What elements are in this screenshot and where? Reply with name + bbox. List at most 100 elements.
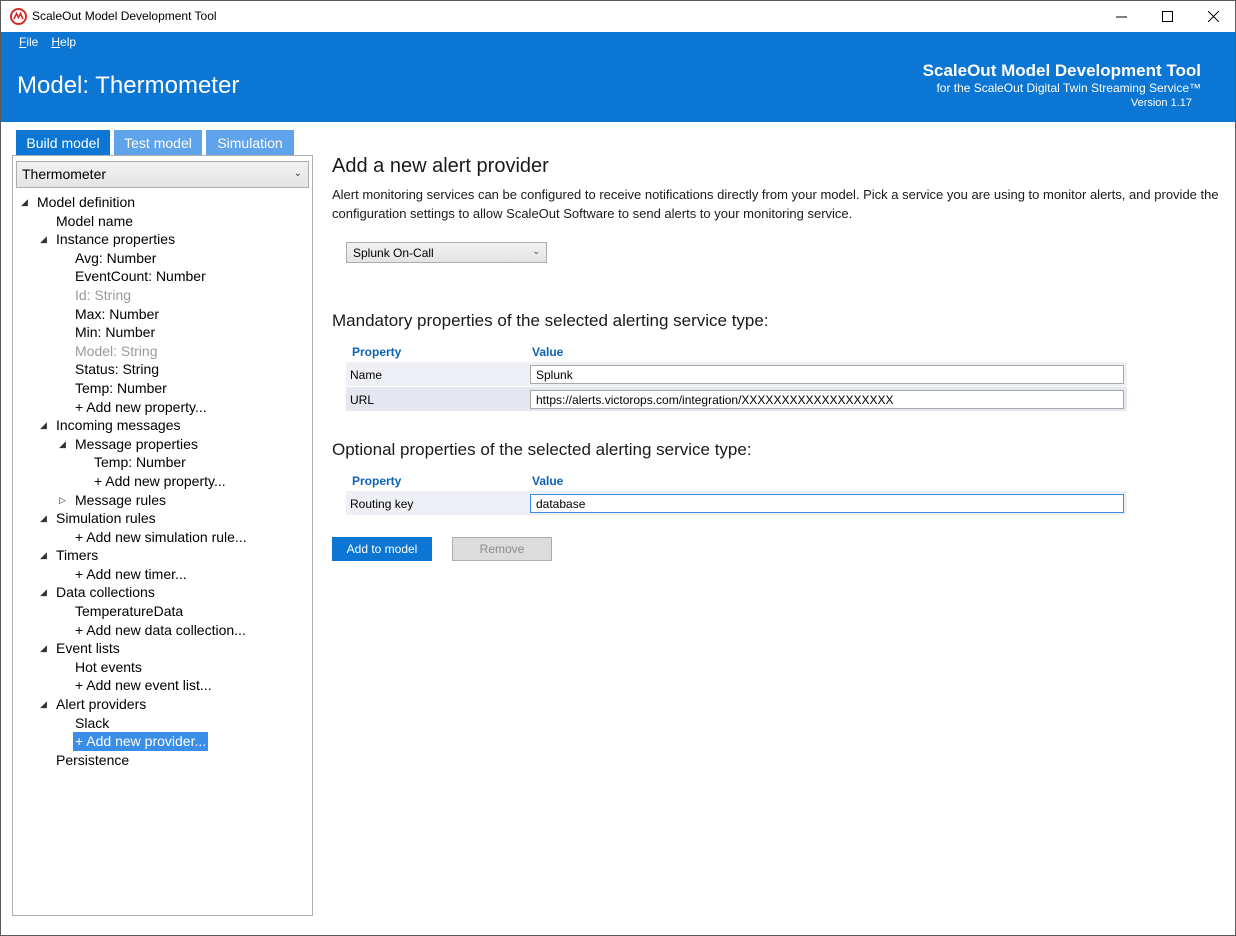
- tree-item[interactable]: ◢ Incoming messages: [13, 416, 312, 435]
- window-title: ScaleOut Model Development Tool: [32, 9, 217, 23]
- table-header: Property Value: [346, 341, 1127, 362]
- add-to-model-button[interactable]: Add to model: [332, 537, 432, 561]
- provider-type-select[interactable]: Splunk On-Call ⌄: [346, 242, 547, 263]
- tree-item[interactable]: ◢ Instance properties: [13, 230, 312, 249]
- table-row: Name: [346, 362, 1127, 387]
- model-select[interactable]: Thermometer ⌄: [16, 161, 309, 188]
- expanded-arrow-icon[interactable]: ◢: [40, 639, 50, 658]
- tree-item[interactable]: TemperatureData: [13, 602, 312, 621]
- close-button[interactable]: [1190, 1, 1236, 31]
- tree-item[interactable]: ◢ Timers: [13, 546, 312, 565]
- menu-help[interactable]: Help: [51, 35, 76, 49]
- section-title: Add a new alert provider: [332, 155, 549, 177]
- tab-build-model[interactable]: Build model: [16, 130, 110, 156]
- page-title: Model: Thermometer: [17, 72, 240, 99]
- property-label-routing-key: Routing key: [346, 491, 527, 515]
- provider-type-value: Splunk On-Call: [353, 246, 434, 260]
- tree-item-label: Message rules: [75, 491, 167, 508]
- tree-item[interactable]: ◢ Event lists: [13, 639, 312, 658]
- table-row: URL: [346, 387, 1127, 412]
- expanded-arrow-icon[interactable]: ◢: [40, 230, 50, 249]
- tree-item[interactable]: ◢ Simulation rules: [13, 509, 312, 528]
- tree-item-label: EventCount: Number: [75, 268, 206, 285]
- section-description: Alert monitoring services can be configu…: [332, 187, 1219, 221]
- tree-item[interactable]: + Add new event list...: [13, 676, 312, 695]
- tree-item-label: Status: String: [75, 361, 160, 378]
- tree-item-label: Avg: Number: [75, 249, 157, 266]
- title-bar: ScaleOut Model Development Tool: [1, 1, 1235, 32]
- tree-item-label: + Add new timer...: [75, 565, 187, 582]
- tree-item[interactable]: Model: String: [13, 342, 312, 361]
- tree-item[interactable]: Persistence: [13, 751, 312, 770]
- app-header: File Help Model: Thermometer ScaleOut Mo…: [1, 32, 1235, 122]
- tree-item[interactable]: ◢ Model definition: [13, 193, 312, 212]
- routing-key-field[interactable]: [530, 494, 1124, 513]
- optional-heading: Optional properties of the selected aler…: [332, 440, 752, 459]
- tree-item[interactable]: ◢ Message properties: [13, 435, 312, 454]
- menu-file[interactable]: File: [19, 35, 38, 49]
- property-value-cell: [527, 491, 1127, 515]
- name-field[interactable]: [530, 365, 1124, 384]
- tree-item[interactable]: Status: String: [13, 360, 312, 379]
- collapsed-arrow-icon[interactable]: ▷: [59, 491, 69, 510]
- model-tree: ◢ Model definition Model name ◢ Instance pro…: [13, 193, 312, 769]
- table-header: Property Value: [346, 470, 1127, 491]
- tree-item-label: Id: String: [75, 286, 132, 303]
- tree-item-label: Slack: [75, 714, 110, 731]
- expanded-arrow-icon[interactable]: ◢: [40, 695, 50, 714]
- tree-item[interactable]: + Add new simulation rule...: [13, 528, 312, 547]
- tree-item[interactable]: Avg: Number: [13, 249, 312, 268]
- tab-bar: Build model Test model Simulation: [16, 130, 294, 156]
- model-select-value: Thermometer: [22, 166, 107, 182]
- tree-item[interactable]: ◢ Data collections: [13, 583, 312, 602]
- tree-item-label: + Add new property...: [75, 398, 207, 415]
- minimize-button[interactable]: [1098, 1, 1144, 31]
- tree-item[interactable]: ▷ Message rules: [13, 491, 312, 510]
- property-value-cell: [527, 387, 1127, 411]
- chevron-down-icon: ⌄: [532, 246, 540, 256]
- tree-item[interactable]: Hot events: [13, 658, 312, 677]
- tree-item-label: + Add new provider...: [73, 732, 209, 751]
- tree-item[interactable]: Max: Number: [13, 305, 312, 324]
- column-header-value: Value: [532, 474, 564, 488]
- tree-item[interactable]: + Add new property...: [13, 472, 312, 491]
- url-field[interactable]: [530, 390, 1124, 409]
- tree-item[interactable]: + Add new timer...: [13, 565, 312, 584]
- minimize-icon: [1115, 16, 1127, 17]
- tree-item-label: Timers: [56, 547, 99, 564]
- remove-button[interactable]: Remove: [452, 537, 552, 561]
- table-row: Routing key: [346, 491, 1127, 516]
- tab-test-model[interactable]: Test model: [114, 130, 202, 156]
- expanded-arrow-icon[interactable]: ◢: [40, 509, 50, 528]
- tree-item[interactable]: + Add new provider...: [13, 732, 312, 751]
- tree-item[interactable]: + Add new data collection...: [13, 621, 312, 640]
- tree-item-label: Persistence: [56, 751, 130, 768]
- tree-item-label: + Add new property...: [94, 472, 226, 489]
- tree-item[interactable]: + Add new property...: [13, 398, 312, 417]
- tree-item[interactable]: Temp: Number: [13, 379, 312, 398]
- version-label: Version 1.17: [1130, 97, 1192, 109]
- tree-item-label: Event lists: [56, 640, 120, 657]
- tree-item-label: Model name: [56, 212, 134, 229]
- tree-item-label: Data collections: [56, 584, 155, 601]
- expanded-arrow-icon[interactable]: ◢: [59, 435, 69, 454]
- expanded-arrow-icon[interactable]: ◢: [40, 583, 50, 602]
- brand-name: ScaleOut Model Development Tool: [922, 61, 1201, 80]
- tree-item-label: TemperatureData: [75, 603, 184, 620]
- expanded-arrow-icon[interactable]: ◢: [40, 416, 50, 435]
- brand-block: ScaleOut Model Development Tool for the …: [923, 61, 1201, 111]
- brand-subtitle: for the ScaleOut Digital Twin Streaming …: [936, 81, 1201, 95]
- tree-item[interactable]: ◢ Alert providers: [13, 695, 312, 714]
- expanded-arrow-icon[interactable]: ◢: [40, 546, 50, 565]
- tree-item[interactable]: Model name: [13, 212, 312, 231]
- tab-simulation[interactable]: Simulation: [206, 130, 294, 156]
- tree-item[interactable]: Slack: [13, 714, 312, 733]
- tree-item[interactable]: Id: String: [13, 286, 312, 305]
- maximize-button[interactable]: [1144, 1, 1190, 31]
- app-window: ScaleOut Model Development Tool File Hel…: [0, 0, 1236, 936]
- tree-item[interactable]: Temp: Number: [13, 453, 312, 472]
- tree-item[interactable]: EventCount: Number: [13, 267, 312, 286]
- tree-item[interactable]: Min: Number: [13, 323, 312, 342]
- expanded-arrow-icon[interactable]: ◢: [21, 193, 31, 212]
- tree-item-label: Model definition: [37, 194, 136, 210]
